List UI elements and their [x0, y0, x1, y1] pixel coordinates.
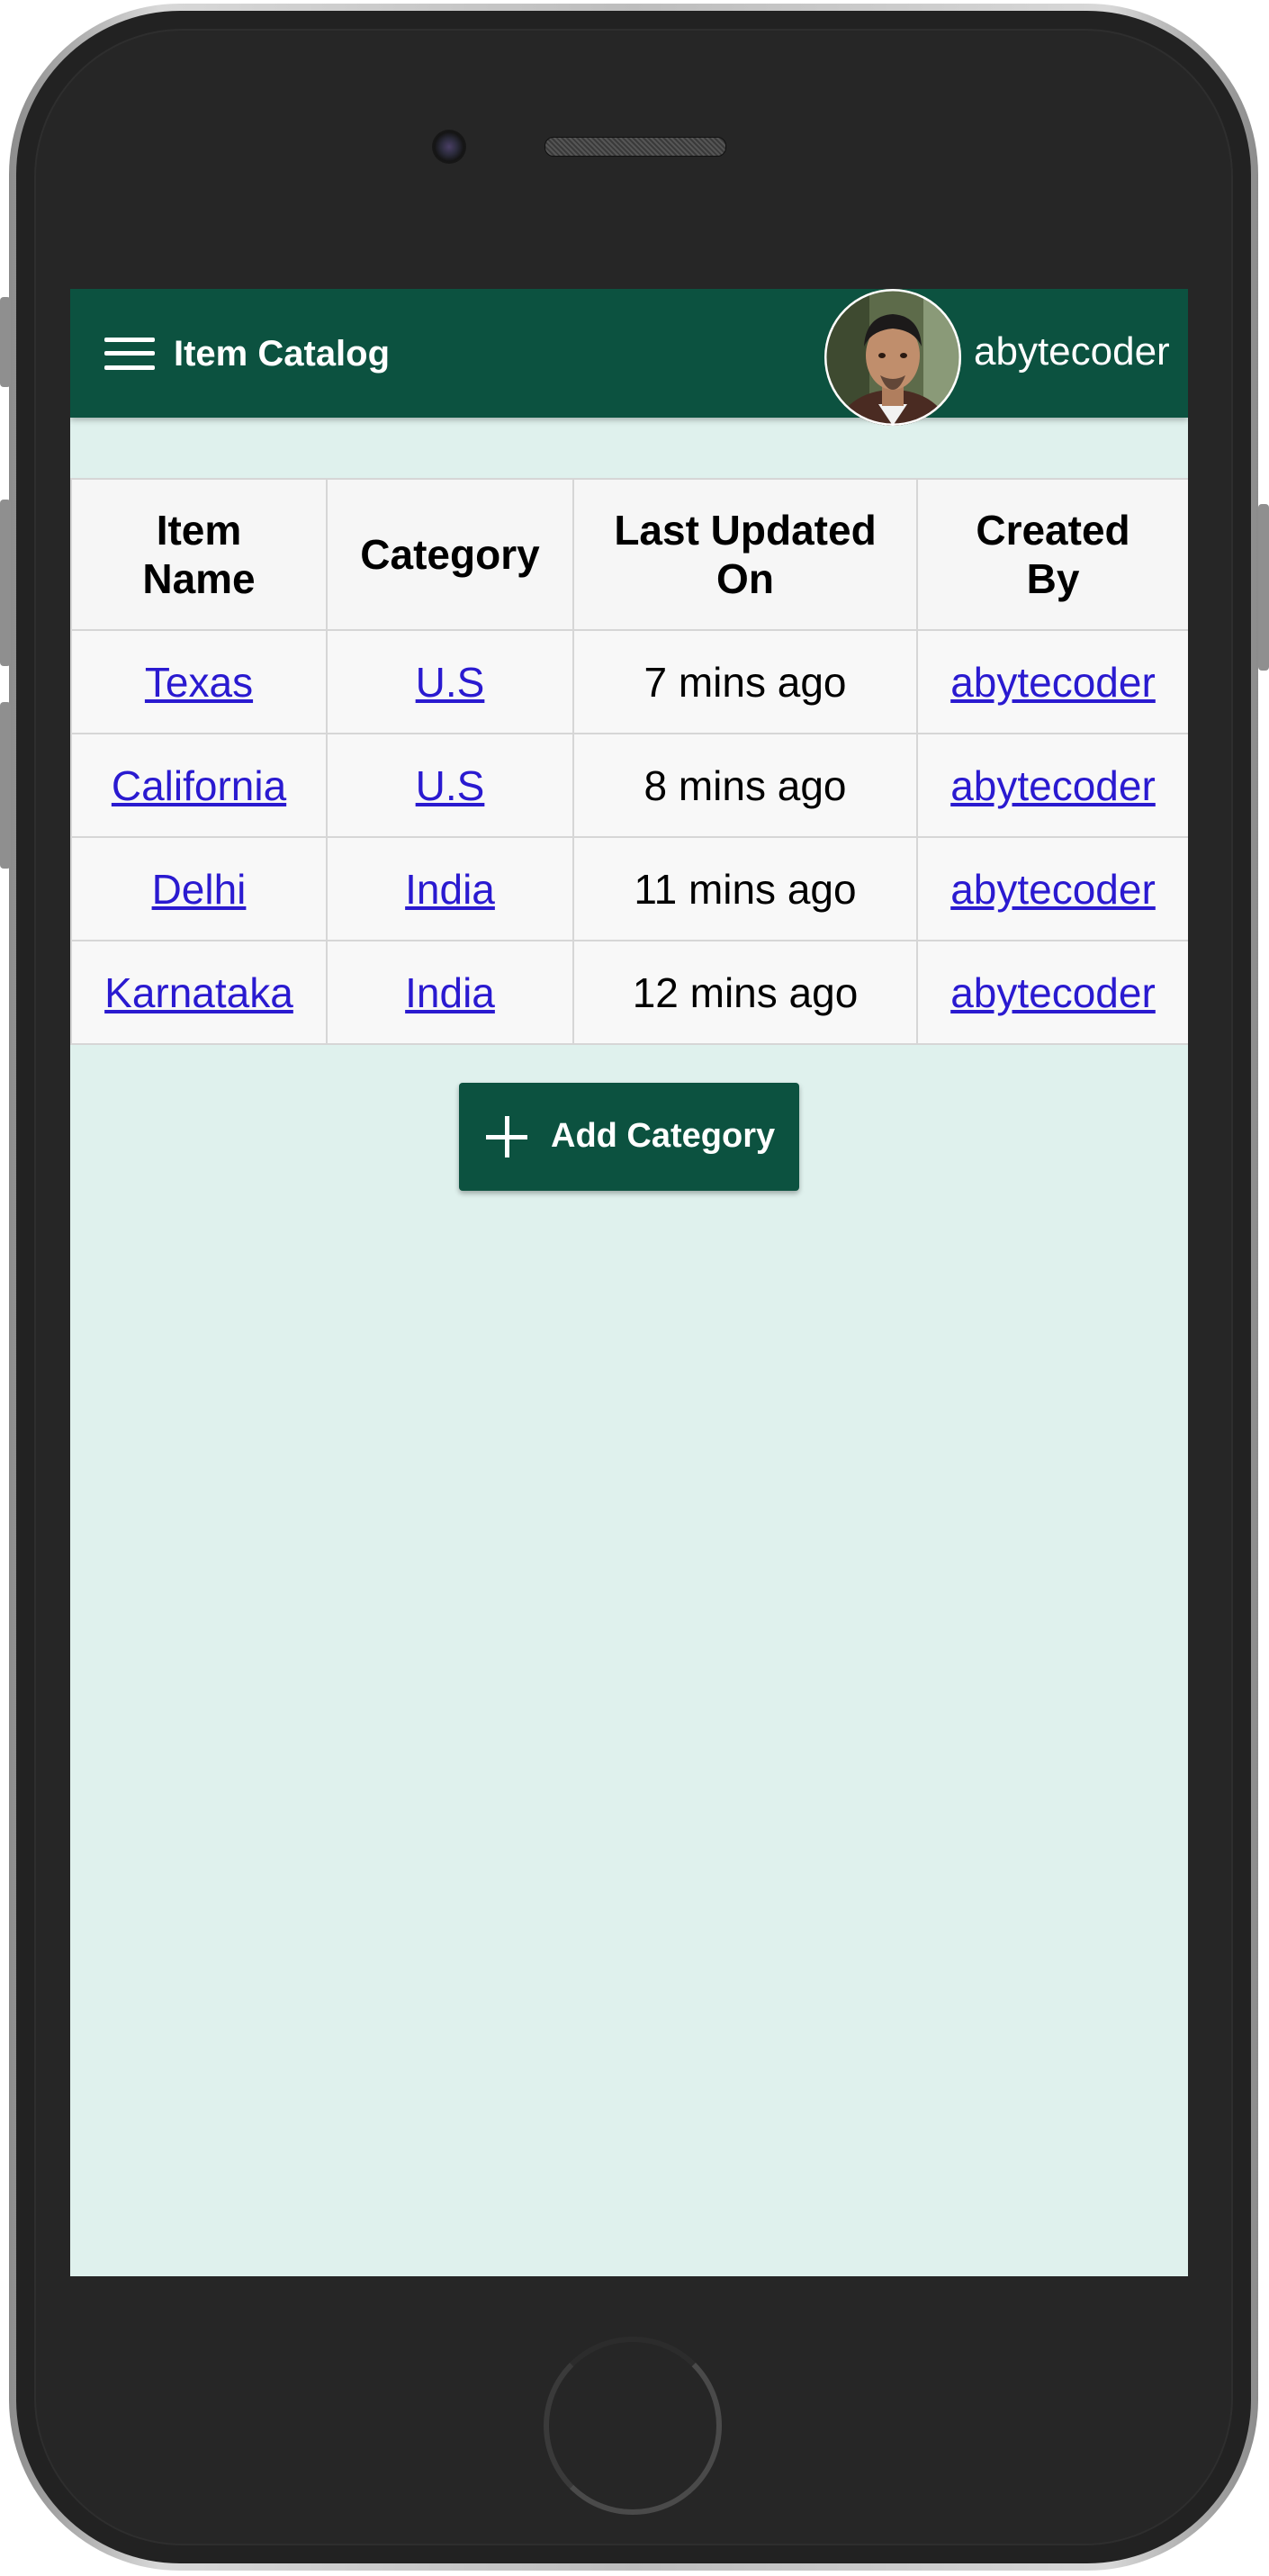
item-link[interactable]: Karnataka	[104, 969, 293, 1016]
category-link[interactable]: India	[405, 866, 495, 913]
table-row: Delhi India 11 mins ago abytecoder	[70, 836, 1188, 941]
username-label[interactable]: abytecoder	[974, 329, 1170, 375]
items-table: Item Name Category Last Updated On Creat…	[70, 478, 1188, 1045]
item-name-cell: California	[70, 733, 328, 838]
creator-link[interactable]: abytecoder	[950, 762, 1156, 809]
plus-icon	[486, 1116, 527, 1157]
last-updated-cell: 8 mins ago	[572, 733, 918, 838]
item-name-cell: Texas	[70, 629, 328, 734]
volume-down-button	[0, 702, 11, 869]
last-updated-cell: 7 mins ago	[572, 629, 918, 734]
created-by-cell: abytecoder	[916, 940, 1188, 1045]
header-created-by: Created By	[916, 478, 1188, 631]
item-name-cell: Karnataka	[70, 940, 328, 1045]
creator-link[interactable]: abytecoder	[950, 969, 1156, 1016]
created-by-cell: abytecoder	[916, 836, 1188, 941]
app-title: Item Catalog	[174, 334, 391, 374]
header-item-name: Item Name	[70, 478, 328, 631]
header-category: Category	[326, 478, 574, 631]
table-row: California U.S 8 mins ago abytecoder	[70, 733, 1188, 838]
silent-switch	[0, 297, 11, 387]
earpiece-speaker	[544, 137, 726, 157]
last-updated-cell: 11 mins ago	[572, 836, 918, 941]
hamburger-menu-icon[interactable]	[104, 336, 155, 372]
created-by-cell: abytecoder	[916, 733, 1188, 838]
category-link[interactable]: U.S	[416, 762, 485, 809]
item-link[interactable]: Texas	[145, 659, 253, 706]
app-bar: Item Catalog abytecoder	[70, 289, 1188, 426]
category-cell: U.S	[326, 733, 574, 838]
front-camera-icon	[432, 130, 466, 164]
category-cell: India	[326, 836, 574, 941]
header-last-updated: Last Updated On	[572, 478, 918, 631]
item-link[interactable]: California	[112, 762, 286, 809]
category-cell: U.S	[326, 629, 574, 734]
table-row: Karnataka India 12 mins ago abytecoder	[70, 940, 1188, 1045]
last-updated-cell: 12 mins ago	[572, 940, 918, 1045]
power-button	[1258, 504, 1269, 671]
volume-up-button	[0, 500, 11, 666]
category-cell: India	[326, 940, 574, 1045]
created-by-cell: abytecoder	[916, 629, 1188, 734]
add-category-label: Add Category	[551, 1117, 776, 1155]
user-avatar[interactable]	[824, 289, 961, 426]
table-row: Texas U.S 7 mins ago abytecoder	[70, 629, 1188, 734]
item-name-cell: Delhi	[70, 836, 328, 941]
creator-link[interactable]: abytecoder	[950, 866, 1156, 913]
creator-link[interactable]: abytecoder	[950, 659, 1156, 706]
home-button[interactable]	[544, 2337, 722, 2515]
item-link[interactable]: Delhi	[152, 866, 247, 913]
category-link[interactable]: India	[405, 969, 495, 1016]
app-screen: Item Catalog abytecoder Item Name Catego…	[70, 289, 1188, 2276]
category-link[interactable]: U.S	[416, 659, 485, 706]
add-category-button[interactable]: Add Category	[459, 1083, 799, 1191]
avatar-photo	[824, 289, 961, 426]
table-header-row: Item Name Category Last Updated On Creat…	[70, 478, 1188, 631]
